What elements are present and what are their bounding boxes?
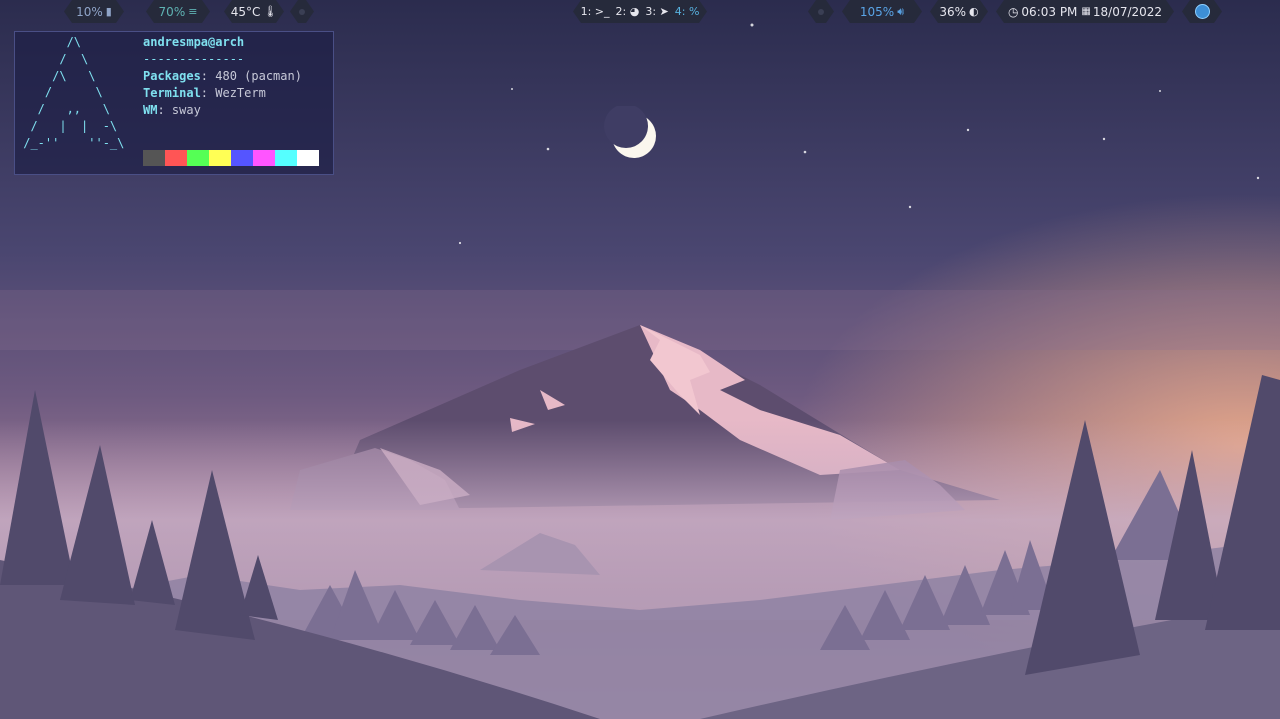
battery-module[interactable]: 10% ▮ (64, 0, 124, 23)
palette-swatch (209, 150, 231, 166)
clock-icon: ◷ (1007, 4, 1019, 19)
palette-swatch (231, 150, 253, 166)
palette-swatch (165, 150, 187, 166)
user-host: andresmpa@arch (143, 35, 245, 49)
arch-ascii-logo: /\ / \ /\ \ / \ / ,, \ / | | -\ /_-'' ''… (23, 35, 125, 150)
brightness-icon: ◐ (969, 5, 979, 18)
workspace-2[interactable]: 2: ◕ (616, 5, 640, 18)
brightness-module[interactable]: 36% ◐ (930, 0, 988, 23)
workspace-1[interactable]: 1: >_ (581, 5, 610, 18)
volume-module[interactable]: 105% 🔊︎ (842, 0, 922, 23)
update-icon[interactable] (1195, 4, 1210, 19)
date-text: 18/07/2022 (1092, 4, 1163, 19)
workspaces-module: 1: >_ 2: ◕ 3: ➤ 4: % (573, 0, 707, 23)
terminal-key: Terminal (143, 86, 201, 100)
palette-swatch (275, 150, 297, 166)
volume-text: 105% (859, 4, 895, 19)
terminal-value: WezTerm (215, 86, 266, 100)
thermometer-icon: 🌡 (263, 5, 278, 18)
calendar-icon: ▦ (1081, 6, 1091, 17)
clock-module[interactable]: ◷ 06:03 PM ▦ 18/07/2022 (996, 0, 1174, 23)
wm-key: WM (143, 103, 158, 117)
palette-swatch (187, 150, 209, 166)
palette-swatch (143, 150, 165, 166)
terminal-window[interactable]: /\ / \ /\ \ / \ / ,, \ / | | -\ /_-'' ''… (14, 31, 334, 175)
neofetch-info: andresmpa@arch -------------- Packages: … (143, 34, 302, 119)
memory-text: 70% (158, 4, 186, 19)
palette-swatch (297, 150, 319, 166)
brightness-text: 36% (939, 4, 967, 19)
telegram-icon: ➤ (659, 5, 669, 18)
workspace-3[interactable]: 3: ➤ (645, 5, 668, 18)
memory-module[interactable]: 70% ≡ (146, 0, 210, 23)
colon: : (200, 69, 216, 83)
color-palette (143, 150, 319, 166)
battery-text: 10% (76, 4, 103, 19)
battery-icon: ▮ (105, 5, 112, 18)
info-separator: -------------- (143, 52, 245, 66)
speaker-icon: 🔊︎ (897, 4, 905, 18)
pie-icon: ◕ (629, 5, 640, 18)
diamond-icon (818, 9, 824, 15)
wm-value: sway (171, 103, 201, 117)
packages-value: 480 (pacman) (215, 69, 302, 83)
temperature-module[interactable]: 45°C 🌡 (224, 0, 284, 23)
memory-icon: ≡ (188, 5, 198, 18)
workspace-2-label: 2: (615, 5, 627, 18)
colon: : (200, 86, 216, 100)
moon-icon (604, 106, 656, 158)
workspace-3-label: 3: (645, 5, 657, 18)
temperature-text: 45°C (230, 4, 261, 19)
tray-module[interactable] (1182, 0, 1222, 23)
palette-swatch (253, 150, 275, 166)
workspace-4[interactable]: 4: % (675, 5, 700, 18)
time-text: 06:03 PM (1021, 4, 1078, 19)
packages-key: Packages (143, 69, 201, 83)
colon: : (157, 103, 172, 117)
diamond-icon (299, 9, 305, 15)
